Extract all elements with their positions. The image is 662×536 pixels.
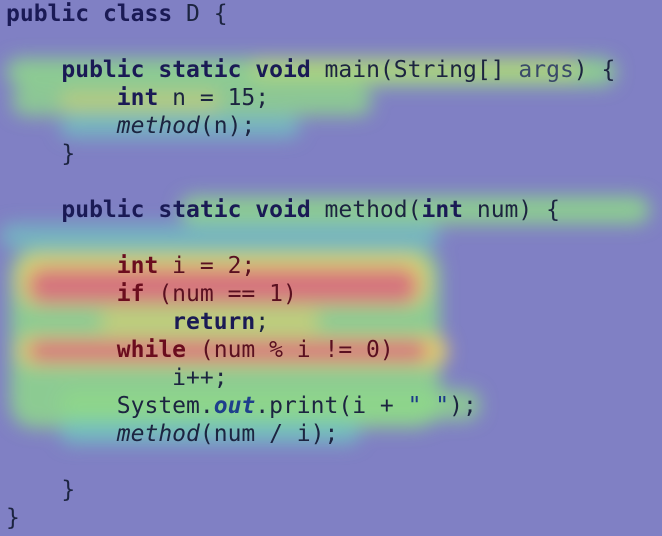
- code-token: ;: [255, 309, 270, 335]
- code-token: out: [213, 393, 256, 419]
- code-line: if (num == 1): [6, 280, 615, 308]
- code-keyword: public: [61, 57, 145, 83]
- code-keyword: int: [116, 85, 159, 111]
- code-keyword: class: [102, 1, 173, 27]
- code-line: int n = 15;: [6, 84, 615, 112]
- code-token: }: [61, 477, 76, 503]
- code-token: args: [518, 57, 574, 83]
- code-keyword: if: [116, 281, 145, 307]
- code-line: }: [6, 140, 615, 168]
- code-token: .print(i +: [255, 393, 408, 419]
- code-token: System.: [116, 393, 214, 419]
- code-line: System.out.print(i + " ");: [6, 392, 615, 420]
- code-line: public static void main(String[] args) {: [6, 56, 615, 84]
- code-token: D {: [172, 1, 228, 27]
- code-keyword: static: [158, 197, 242, 223]
- code-token: (n);: [199, 113, 256, 139]
- code-keyword: static: [158, 57, 242, 83]
- code-token: (num == 1): [144, 281, 297, 307]
- code-token: );: [449, 393, 477, 419]
- code-token: method: [116, 113, 200, 139]
- code-token: i++;: [172, 365, 228, 391]
- code-keyword: public: [6, 1, 90, 27]
- code-line: public static void method(int num) {: [6, 196, 615, 224]
- code-line: while (num % i != 0): [6, 336, 615, 364]
- code-token: }: [6, 505, 20, 531]
- code-token: }: [61, 141, 76, 167]
- code-line: }: [6, 504, 615, 532]
- code-line: }: [6, 476, 615, 504]
- code-line: method(num / i);: [6, 420, 615, 448]
- code-keyword: public: [61, 197, 145, 223]
- code-keyword: void: [255, 57, 311, 83]
- code-keyword: return: [172, 309, 256, 335]
- code-token: num) {: [463, 197, 560, 223]
- code-token: i = 2;: [158, 253, 256, 279]
- code-keyword: int: [116, 253, 159, 279]
- code-token: method: [116, 421, 200, 447]
- code-line: method(n);: [6, 112, 615, 140]
- code-token: (num % i != 0): [186, 337, 394, 363]
- code-token: main(String[]: [310, 57, 519, 83]
- code-line: return;: [6, 308, 615, 336]
- code-editor[interactable]: public class D { public static void main…: [6, 0, 615, 532]
- code-token: ) {: [573, 57, 616, 83]
- code-token: " ": [407, 393, 450, 419]
- code-keyword: int: [421, 197, 464, 223]
- code-line: int i = 2;: [6, 252, 615, 280]
- code-line: public class D {: [6, 0, 615, 28]
- code-token: n = 15;: [158, 85, 270, 111]
- code-keyword: void: [255, 197, 311, 223]
- code-token: method(: [310, 197, 422, 223]
- code-token: (num / i);: [199, 421, 339, 447]
- code-keyword: while: [116, 337, 187, 363]
- code-line: i++;: [6, 364, 615, 392]
